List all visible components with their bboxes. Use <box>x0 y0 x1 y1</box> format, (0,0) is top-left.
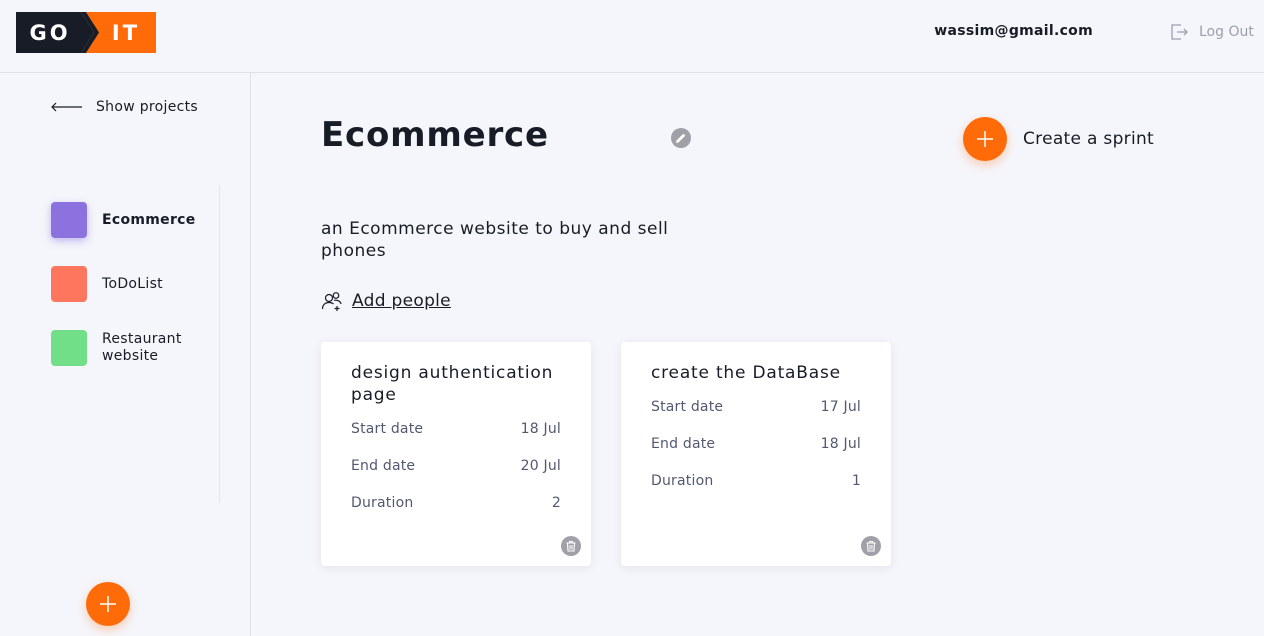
trash-icon <box>566 540 576 552</box>
project-label: Restaurant website <box>102 331 182 364</box>
row-label: End date <box>651 436 716 452</box>
sprint-card[interactable]: create the DataBase Start date 17 Jul En… <box>621 342 891 566</box>
user-email: wassim@gmail.com <box>934 23 1093 39</box>
sprint-end-row: End date 20 Jul <box>351 458 561 475</box>
create-sprint-label: Create a sprint <box>1023 129 1155 149</box>
project-color-swatch <box>51 266 87 302</box>
row-label: Duration <box>651 473 714 489</box>
sprint-start-row: Start date 18 Jul <box>351 421 561 438</box>
sidebar-project-restaurant-website[interactable]: Restaurant website <box>51 330 202 366</box>
sprint-start-row: Start date 17 Jul <box>651 399 861 416</box>
show-projects-link[interactable]: Show projects <box>51 99 198 115</box>
arrow-left-icon <box>51 102 82 112</box>
row-value: 1 <box>851 473 861 489</box>
logout-label: Log Out <box>1199 24 1254 40</box>
pencil-icon <box>676 133 686 143</box>
logout-icon <box>1171 24 1188 40</box>
row-value: 18 Jul <box>820 436 861 452</box>
row-value: 2 <box>551 495 561 511</box>
plus-icon <box>977 131 993 147</box>
sprint-duration-row: Duration 2 <box>351 495 561 512</box>
sidebar-project-todolist[interactable]: ToDoList <box>51 266 202 302</box>
create-sprint-button[interactable]: Create a sprint <box>963 117 1154 161</box>
plus-icon <box>100 596 116 612</box>
delete-sprint-button[interactable] <box>561 536 581 556</box>
row-label: Start date <box>351 421 424 437</box>
show-projects-label: Show projects <box>96 99 199 115</box>
logo[interactable]: GO IT <box>16 12 156 53</box>
logo-text-go: GO <box>29 21 70 45</box>
row-value: 17 Jul <box>820 399 861 415</box>
projects-divider <box>219 185 220 503</box>
sprint-card[interactable]: design authentication page Start date 18… <box>321 342 591 566</box>
add-people-button[interactable]: Add people <box>321 290 451 312</box>
app-header: GO IT wassim@gmail.com Log Out <box>0 0 1264 73</box>
sidebar-project-ecommerce[interactable]: Ecommerce <box>51 202 202 238</box>
row-value: 18 Jul <box>520 421 561 437</box>
sprint-title: create the DataBase <box>651 363 841 383</box>
delete-sprint-button[interactable] <box>861 536 881 556</box>
main-content: Ecommerce Create a sprint an Ecommerce w… <box>251 73 1264 636</box>
create-sprint-plus <box>963 117 1007 161</box>
logout-button[interactable]: Log Out <box>1169 22 1254 42</box>
project-description: an Ecommerce website to buy and sell pho… <box>321 219 669 261</box>
sprint-end-row: End date 18 Jul <box>651 436 861 453</box>
trash-icon <box>866 540 876 552</box>
add-project-button[interactable] <box>86 582 130 626</box>
row-label: Duration <box>351 495 414 511</box>
page-title: Ecommerce <box>321 115 549 155</box>
sprint-title: design authentication page <box>351 363 554 405</box>
row-label: End date <box>351 458 416 474</box>
project-color-swatch <box>51 330 87 366</box>
row-label: Start date <box>651 399 724 415</box>
project-color-swatch <box>51 202 87 238</box>
project-label: Ecommerce <box>102 211 196 228</box>
sidebar: Show projects Ecommerce ToDoList Restaur… <box>0 73 251 636</box>
add-user-icon <box>321 292 342 311</box>
project-label: ToDoList <box>102 275 163 292</box>
logo-text-it: IT <box>112 21 140 45</box>
edit-title-button[interactable] <box>671 128 691 148</box>
add-people-label: Add people <box>352 291 451 311</box>
sprint-duration-row: Duration 1 <box>651 473 861 490</box>
row-value: 20 Jul <box>520 458 561 474</box>
